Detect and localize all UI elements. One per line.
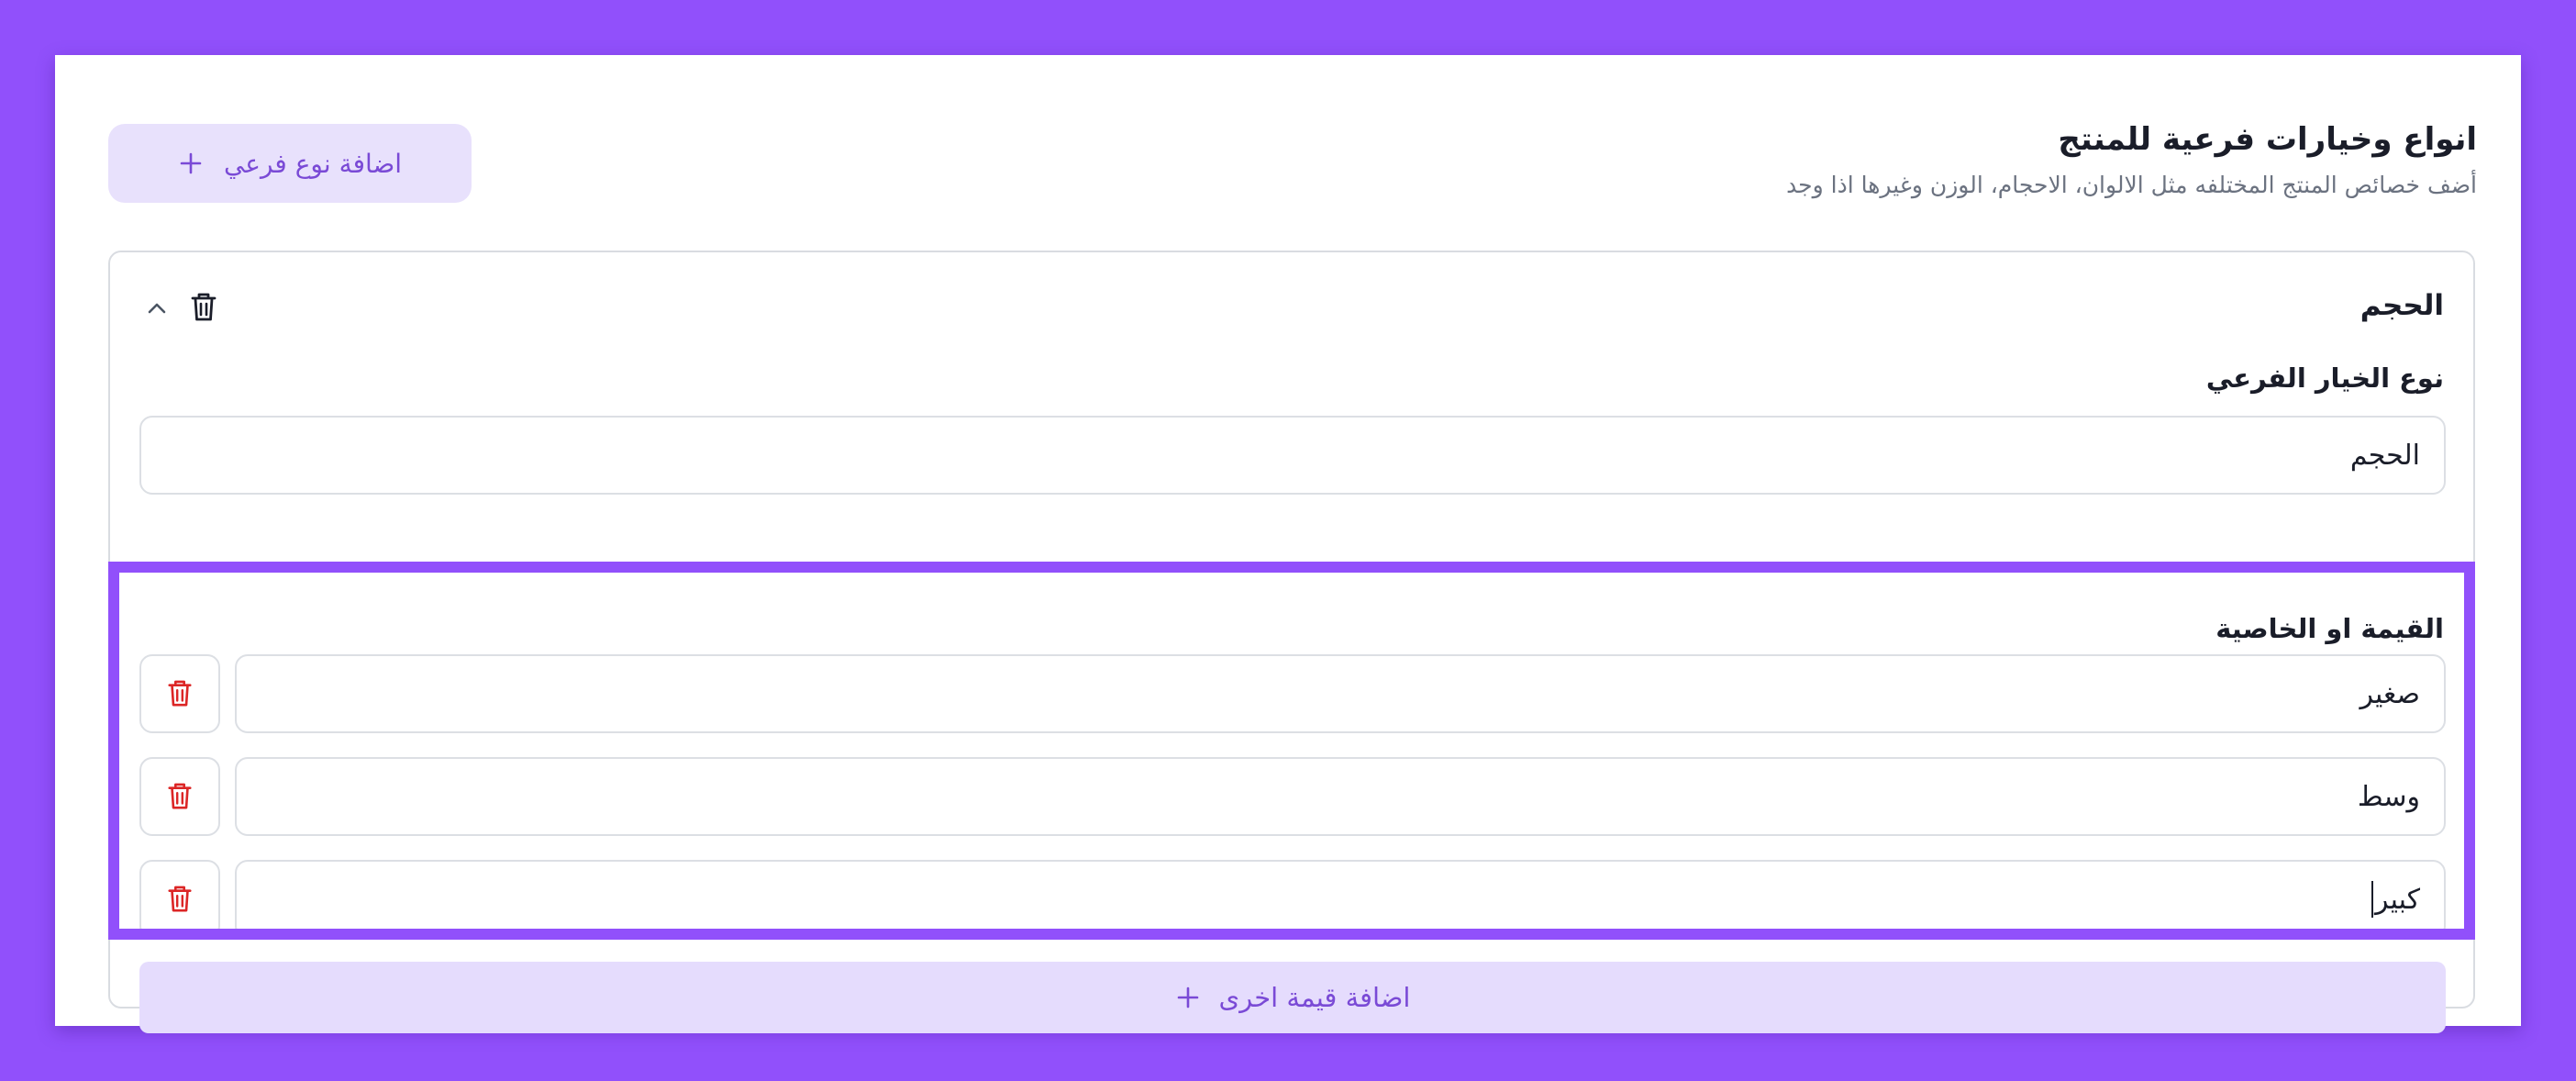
delete-value-button[interactable] [139, 860, 220, 939]
trash-icon [168, 886, 192, 912]
variant-type-label: نوع الخيار الفرعي [2205, 362, 2444, 394]
value-text: وسط [2357, 780, 2420, 813]
text-cursor [2371, 881, 2374, 918]
variant-title: الحجم [2359, 289, 2444, 322]
values-label: القيمة او الخاصية [2215, 613, 2444, 644]
plus-icon [1175, 985, 1201, 1010]
value-input[interactable]: صغير [235, 654, 2446, 733]
delete-value-button[interactable] [139, 757, 220, 836]
variant-card: الحجم نوع الخيار الفرعي الحجم القيمة او … [108, 251, 2475, 1033]
plus-icon [178, 150, 204, 176]
trash-icon [168, 680, 192, 707]
variant-type-input[interactable]: الحجم [139, 416, 2446, 495]
variants-panel: انواع وخيارات فرعية للمنتج أضف خصائص الم… [55, 55, 2521, 1033]
page-subtitle: أضف خصائص المنتج المختلفه مثل الالوان، ا… [1786, 172, 2477, 198]
variant-type-value: الحجم [2349, 439, 2420, 472]
add-value-label: اضافة قيمة اخرى [1218, 982, 1411, 1013]
trash-icon [168, 783, 192, 809]
page-title: انواع وخيارات فرعية للمنتج [2058, 121, 2477, 158]
add-variant-button[interactable]: اضافة نوع فرعي [108, 124, 472, 203]
add-value-button[interactable]: اضافة قيمة اخرى [139, 962, 2446, 1033]
value-input[interactable]: وسط [235, 757, 2446, 836]
delete-value-button[interactable] [139, 654, 220, 733]
add-variant-label: اضافة نوع فرعي [223, 148, 403, 179]
value-text: كبير [2375, 883, 2420, 916]
value-text: صغير [2359, 677, 2420, 710]
trash-icon[interactable] [189, 292, 218, 323]
value-input[interactable]: كبير [235, 860, 2446, 939]
chevron-up-icon[interactable] [145, 296, 169, 320]
